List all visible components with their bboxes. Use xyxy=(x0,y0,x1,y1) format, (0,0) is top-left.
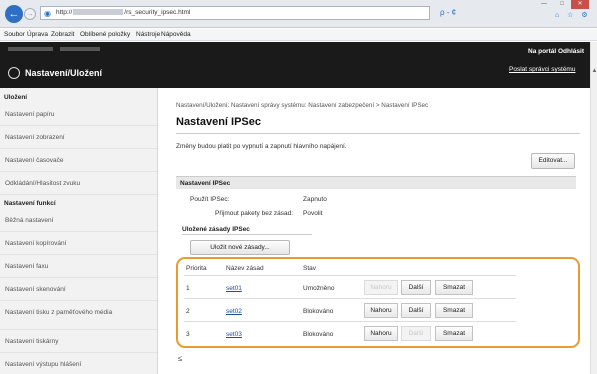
row1-status: Umožněno xyxy=(303,285,335,292)
back-button[interactable]: ← xyxy=(5,5,23,23)
send-admin-email-link[interactable]: Poslat správci systému xyxy=(509,66,575,73)
logout-link[interactable]: Odhlásit xyxy=(558,48,584,55)
sidebar-item-timer[interactable]: Nastavení časovače xyxy=(0,150,157,172)
menu-view[interactable]: Zobrazit xyxy=(51,31,74,38)
menu-help[interactable]: Nápověda xyxy=(161,31,191,38)
edit-button[interactable]: Editovat... xyxy=(531,153,575,169)
to-top-icon[interactable]: ≤ xyxy=(178,354,182,363)
col-priority: Priorita xyxy=(186,265,207,272)
row-divider xyxy=(184,298,516,299)
sidebar-group-functions: Nastavení funkcí xyxy=(4,200,56,207)
toolbar-icons[interactable]: ⌂ ☆ ⚙ xyxy=(555,11,591,19)
header-title: Nastavení/Uložení xyxy=(25,68,103,78)
row2-policy-link[interactable]: set02 xyxy=(226,308,242,315)
row-divider xyxy=(184,321,516,322)
browser-titlebar: ← → ◉ http:///rs_security_ipsec.html ρ -… xyxy=(0,0,597,28)
close-button[interactable]: ✕ xyxy=(571,0,589,9)
accept-packets-label: Přijmout pakety bez zásad: xyxy=(215,210,294,217)
row3-status: Blokováno xyxy=(303,331,334,338)
forward-button[interactable]: → xyxy=(24,8,36,20)
address-text: http:///rs_security_ipsec.html xyxy=(56,9,191,16)
sidebar-item-fax[interactable]: Nastavení faxu xyxy=(0,256,157,278)
row2-down-button[interactable]: Další xyxy=(401,303,431,318)
menu-edit[interactable]: Úprava xyxy=(27,31,48,38)
sidebar-item-volume[interactable]: Odkládání/Hlasitost zvuku xyxy=(0,173,157,195)
breadcrumb: Nastavení/Uložení: Nastavení správy syst… xyxy=(176,102,429,109)
row2-status: Blokováno xyxy=(303,308,334,315)
header-divider xyxy=(184,275,516,276)
menu-file[interactable]: Soubor xyxy=(4,31,25,38)
blurred-device-name xyxy=(8,47,53,51)
sidebar-item-printer[interactable]: Nastavení tiskárny xyxy=(0,331,157,353)
restart-notice: Změny budou platit po vypnutí a zapnutí … xyxy=(176,143,347,150)
address-bar[interactable]: ◉ http:///rs_security_ipsec.html xyxy=(40,6,430,20)
row1-up-button[interactable]: Nahoru xyxy=(364,280,398,295)
row2-up-button[interactable]: Nahoru xyxy=(364,303,398,318)
settings-logo-icon xyxy=(8,67,20,79)
row2-delete-button[interactable]: Smazat xyxy=(435,303,473,318)
use-ipsec-label: Použít IPSec: xyxy=(190,196,230,203)
sidebar-item-media-print[interactable]: Nastavení tisku z paměťového média xyxy=(0,302,157,330)
col-status: Stav xyxy=(303,265,317,272)
row3-priority: 3 xyxy=(186,331,190,338)
row2-priority: 2 xyxy=(186,308,190,315)
blurred-device-model xyxy=(60,47,100,51)
app-header: Nastavení/Uložení Na portál Odhlásit Pos… xyxy=(0,42,590,88)
row3-delete-button[interactable]: Smazat xyxy=(435,326,473,341)
scroll-up-icon[interactable]: ▲ xyxy=(591,68,597,74)
sidebar-item-copy[interactable]: Nastavení kopírování xyxy=(0,233,157,255)
page-title: Nastavení IPSec xyxy=(176,116,261,128)
row1-policy-link[interactable]: set01 xyxy=(226,285,242,292)
register-new-policy-button[interactable]: Uložit nové zásady... xyxy=(190,240,290,255)
menu-favorites[interactable]: Oblíbené položky xyxy=(80,31,130,38)
sidebar-item-scan[interactable]: Nastavení skenování xyxy=(0,279,157,301)
sidebar-item-common[interactable]: Běžná nastavení xyxy=(0,210,157,232)
row1-priority: 1 xyxy=(186,285,190,292)
sidebar: Uložení Nastavení papíru Nastavení zobra… xyxy=(0,88,158,374)
row1-down-button[interactable]: Další xyxy=(401,280,431,295)
minimize-button[interactable]: — xyxy=(535,0,553,9)
portal-link[interactable]: Na portál xyxy=(528,48,556,55)
policies-divider xyxy=(182,234,312,235)
page-icon: ◉ xyxy=(44,9,51,18)
stored-policies-heading: Uložené zásady IPSec xyxy=(182,226,250,233)
menu-tools[interactable]: Nástroje xyxy=(136,31,160,38)
search-refresh-icon[interactable]: ρ - ¢ xyxy=(440,8,456,17)
row1-delete-button[interactable]: Smazat xyxy=(435,280,473,295)
sidebar-group-storage: Uložení xyxy=(4,94,28,101)
accept-packets-value: Povolit xyxy=(303,210,323,217)
row3-policy-link[interactable]: set03 xyxy=(226,331,242,338)
page-scrollbar[interactable]: ▲ xyxy=(590,42,597,374)
maximize-button[interactable]: □ xyxy=(553,0,571,9)
window-controls: — □ ✕ xyxy=(535,0,589,9)
use-ipsec-value: Zapnuto xyxy=(303,196,327,203)
sidebar-item-report[interactable]: Nastavení výstupu hlášení xyxy=(0,354,157,374)
menu-bar: Soubor Úprava Zobrazit Oblíbené položky … xyxy=(0,29,597,41)
sidebar-item-paper[interactable]: Nastavení papíru xyxy=(0,104,157,126)
section-header: Nastavení IPSec xyxy=(176,176,576,189)
row3-up-button[interactable]: Nahoru xyxy=(364,326,398,341)
sidebar-item-display[interactable]: Nastavení zobrazení xyxy=(0,127,157,149)
col-policy-name: Název zásad xyxy=(226,265,264,272)
title-divider xyxy=(176,133,580,134)
row3-down-button[interactable]: Další xyxy=(401,326,431,341)
